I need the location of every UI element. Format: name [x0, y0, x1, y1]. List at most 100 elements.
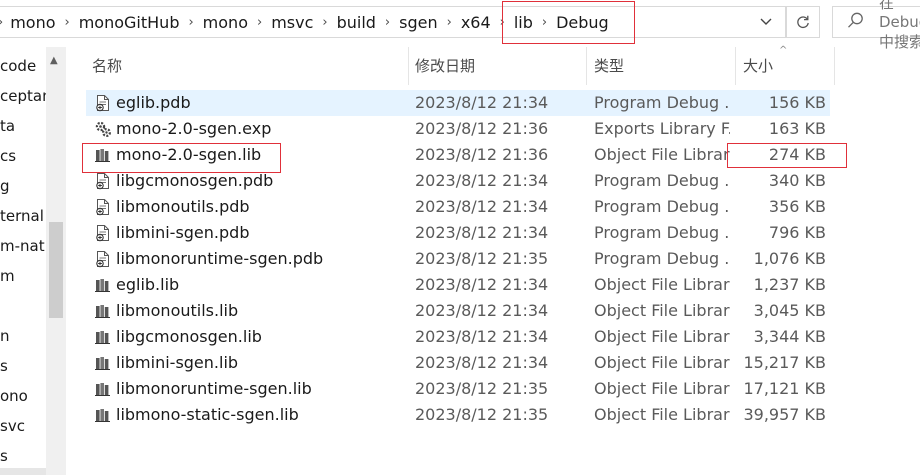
file-row[interactable]: eglib.lib 2023/8/12 21:34 Object File Libr… [86, 272, 830, 298]
column-divider[interactable] [408, 47, 409, 85]
column-divider[interactable] [735, 47, 736, 85]
file-modified-date: 2023/8/12 21:34 [415, 301, 549, 320]
nav-scrollbar[interactable]: ▲ [46, 47, 66, 475]
column-divider[interactable] [834, 47, 835, 85]
nav-item[interactable]: svc [0, 417, 25, 435]
file-name: eglib.lib [116, 275, 180, 294]
search-input[interactable]: 在 Debug 中搜索 [832, 0, 920, 51]
column-header-row: 名称 修改日期 类型 大小 ^ [66, 45, 920, 85]
file-name: libgcmonosgen.pdb [116, 171, 274, 190]
search-icon [847, 11, 865, 33]
file-row[interactable]: libgcmonosgen.lib 2023/8/12 21:34 Object F… [86, 324, 830, 350]
file-type: Object File Library [594, 405, 730, 424]
file-size: 356 KB [768, 197, 826, 216]
file-row[interactable]: mono-2.0-sgen.lib 2023/8/12 21:36 Object F… [86, 142, 830, 168]
breadcrumb[interactable]: › mono › monoGitHub › mono › msvc › buil… [0, 6, 786, 38]
chevron-right-icon[interactable]: › [179, 15, 202, 30]
file-row[interactable]: libmini-sgen.lib 2023/8/12 21:34 Object Fi… [86, 350, 830, 376]
breadcrumb-item-x64[interactable]: x64 [461, 13, 491, 32]
file-modified-date: 2023/8/12 21:35 [415, 249, 549, 268]
breadcrumb-item-sgen[interactable]: sgen [399, 13, 437, 32]
file-type: Object File Library [594, 327, 730, 346]
file-name: libmini-sgen.lib [116, 353, 239, 372]
chevron-right-icon: › [0, 15, 10, 30]
file-type: Object File Library [594, 275, 730, 294]
nav-item[interactable]: g [0, 177, 10, 195]
file-modified-date: 2023/8/12 21:34 [415, 223, 549, 242]
refresh-icon [797, 15, 809, 29]
file-row[interactable]: libmono-static-sgen.lib 2023/8/12 21:35 Ob… [86, 402, 830, 428]
chevron-right-icon[interactable]: › [491, 15, 514, 30]
lib-file-icon [94, 380, 112, 398]
column-header-size[interactable]: 大小 [743, 47, 833, 85]
breadcrumb-item-debug[interactable]: Debug [556, 13, 609, 32]
file-name: libmini-sgen.pdb [116, 223, 250, 242]
nav-item[interactable]: m [0, 267, 15, 285]
file-size: 1,076 KB [753, 249, 826, 268]
file-row[interactable]: mono-2.0-sgen.exp 2023/8/12 21:36 Exports … [86, 116, 830, 142]
file-modified-date: 2023/8/12 21:35 [415, 379, 549, 398]
file-row[interactable]: libmini-sgen.pdb 2023/8/12 21:34 Program D… [86, 220, 830, 246]
nav-item[interactable]: n [0, 327, 10, 345]
file-modified-date: 2023/8/12 21:34 [415, 171, 549, 190]
breadcrumb-item-mono-2[interactable]: mono [203, 13, 248, 32]
chevron-right-icon[interactable]: › [248, 15, 271, 30]
navigation-pane: code ceptan ta cs g ternal m-nati m n s … [0, 47, 46, 475]
chevron-right-icon[interactable]: › [438, 15, 461, 30]
breadcrumb-item-lib[interactable]: lib [514, 13, 533, 32]
file-row[interactable]: libmonoruntime-sgen.pdb 2023/8/12 21:35 Pr… [86, 246, 830, 272]
chevron-right-icon[interactable]: › [376, 15, 399, 30]
column-header-name[interactable]: 名称 [92, 47, 402, 85]
nav-item[interactable]: ternal [0, 207, 44, 225]
nav-horizontal-scrollbar[interactable] [0, 468, 46, 475]
file-name: eglib.pdb [116, 93, 191, 112]
breadcrumb-item-msvc[interactable]: msvc [271, 13, 313, 32]
nav-item[interactable]: ceptan [0, 87, 46, 105]
file-row[interactable]: libmonoruntime-sgen.lib 2023/8/12 21:35 Ob… [86, 376, 830, 402]
nav-item[interactable]: s [0, 357, 8, 375]
breadcrumb-item-build[interactable]: build [337, 13, 376, 32]
file-modified-date: 2023/8/12 21:36 [415, 145, 549, 164]
exp-file-icon [94, 120, 112, 138]
chevron-right-icon[interactable]: › [56, 15, 79, 30]
nav-item[interactable]: m-nati [0, 237, 46, 255]
file-name: libmonoruntime-sgen.lib [116, 379, 312, 398]
file-modified-date: 2023/8/12 21:36 [415, 119, 549, 138]
chevron-down-icon [760, 18, 772, 25]
breadcrumb-item-mono[interactable]: mono [10, 13, 55, 32]
column-header-type[interactable]: 类型 [594, 47, 724, 85]
file-size: 39,957 KB [743, 405, 826, 424]
nav-item[interactable]: cs [0, 147, 16, 165]
file-size: 796 KB [768, 223, 826, 242]
scrollbar-thumb[interactable] [49, 222, 63, 318]
file-name: libmonoutils.pdb [116, 197, 250, 216]
file-type: Program Debug ... [594, 249, 730, 268]
breadcrumb-item-monogithub[interactable]: monoGitHub [79, 13, 180, 32]
file-name: mono-2.0-sgen.lib [116, 145, 262, 164]
file-type: Program Debug ... [594, 93, 730, 112]
file-row[interactable]: libgcmonosgen.pdb 2023/8/12 21:34 Program … [86, 168, 830, 194]
file-name: mono-2.0-sgen.exp [116, 119, 272, 138]
nav-item[interactable]: ta [0, 117, 15, 135]
column-divider[interactable] [586, 47, 587, 85]
address-dropdown-button[interactable] [752, 7, 780, 37]
lib-file-icon [94, 406, 112, 424]
file-row[interactable]: libmonoutils.lib 2023/8/12 21:34 Object Fi… [86, 298, 830, 324]
scroll-up-icon[interactable]: ▲ [50, 55, 58, 66]
lib-file-icon [94, 354, 112, 372]
refresh-button[interactable] [786, 6, 820, 38]
nav-item[interactable]: ono [0, 387, 28, 405]
file-name: libgcmonosgen.lib [116, 327, 262, 346]
chevron-right-icon[interactable]: › [313, 15, 336, 30]
nav-item[interactable]: s [0, 447, 8, 465]
file-modified-date: 2023/8/12 21:34 [415, 327, 549, 346]
file-type: Object File Library [594, 379, 730, 398]
lib-file-icon [94, 302, 112, 320]
file-row[interactable]: eglib.pdb 2023/8/12 21:34 Program Debug ..… [86, 90, 830, 116]
column-header-date[interactable]: 修改日期 [415, 47, 575, 85]
chevron-right-icon[interactable]: › [533, 15, 556, 30]
nav-item[interactable]: code [0, 57, 36, 75]
file-row[interactable]: libmonoutils.pdb 2023/8/12 21:34 Program D… [86, 194, 830, 220]
file-modified-date: 2023/8/12 21:34 [415, 275, 549, 294]
file-type: Exports Library F... [594, 119, 730, 138]
